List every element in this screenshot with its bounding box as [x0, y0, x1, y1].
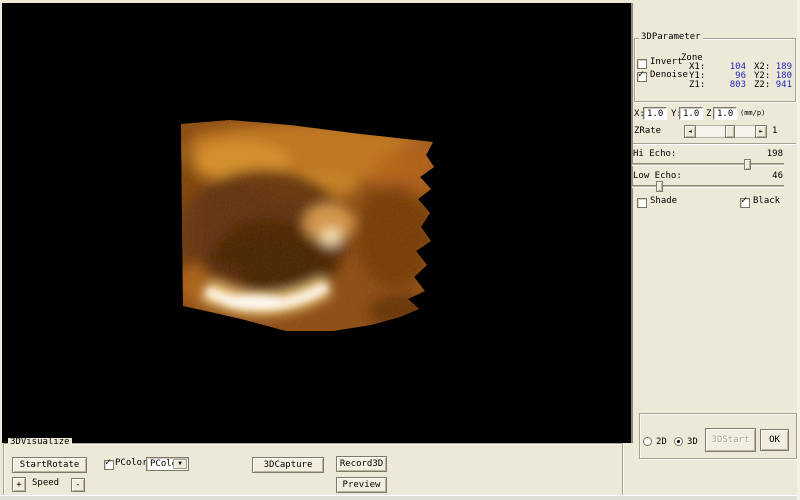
zrate-scroll-thumb[interactable] — [725, 125, 735, 138]
black-checkbox[interactable]: ✓ — [740, 198, 750, 208]
zone-z1-value: 803 — [710, 81, 746, 90]
speed-label: Speed — [32, 479, 59, 488]
pcolor-label: PColor — [115, 459, 148, 468]
invert-label: Invert — [650, 58, 683, 67]
denoise-checkbox[interactable]: ✓ — [637, 72, 647, 82]
shade-label: Shade — [650, 197, 677, 206]
zrate-scroll-right-button[interactable]: ► — [755, 125, 767, 138]
mode-3d-radio[interactable] — [674, 437, 683, 446]
low-echo-slider-thumb[interactable] — [656, 181, 663, 192]
mode-3d-label: 3D — [687, 438, 698, 447]
zrate-scrollbar[interactable]: ◄ ► — [684, 125, 767, 138]
ultrasound-3d-render — [2, 3, 631, 443]
start3d-button[interactable]: 3DStart — [705, 428, 756, 452]
low-echo-slider-track[interactable] — [632, 185, 784, 188]
pcolor-select-dropdown-button[interactable]: ▼ — [173, 459, 187, 469]
pcolor-checkbox[interactable]: ✓ — [104, 460, 114, 470]
preview-button[interactable]: Preview — [336, 477, 387, 493]
pcolor-select[interactable]: PColor ▼ — [146, 457, 189, 471]
hi-echo-value: 198 — [745, 150, 783, 159]
zone-z2-value: 941 — [756, 81, 792, 90]
hi-echo-label: Hi Echo: — [633, 150, 676, 159]
checkmark-icon: ✓ — [105, 458, 111, 468]
record-3d-button[interactable]: Record3D — [336, 456, 387, 472]
zrate-label: ZRate — [634, 127, 661, 136]
voxel-unit-label: (mm/p) — [740, 109, 765, 118]
low-echo-label: Low Echo: — [633, 172, 682, 181]
black-label: Black — [753, 197, 780, 206]
window-bottom-edge — [0, 495, 800, 500]
invert-checkbox[interactable]: ✓ — [637, 59, 647, 69]
render-viewport[interactable] — [2, 3, 633, 443]
panel-divider — [633, 143, 796, 145]
shade-checkbox[interactable]: ✓ — [637, 198, 647, 208]
ok-button[interactable]: OK — [760, 429, 789, 451]
scroll-left-icon: ◄ — [688, 129, 692, 135]
mode-2d-label: 2D — [656, 438, 667, 447]
hi-echo-slider-thumb[interactable] — [744, 159, 751, 170]
low-echo-value: 46 — [745, 172, 783, 181]
zone-z1-label: Z1: — [689, 81, 705, 90]
visualize-group-title: 3DVisualize — [8, 438, 72, 447]
speed-minus-button[interactable]: - — [71, 478, 85, 492]
capture-3d-button[interactable]: 3DCapture — [252, 457, 324, 473]
denoise-label: Denoise — [650, 71, 688, 80]
chevron-down-icon: ▼ — [178, 461, 182, 467]
voxel-z-input[interactable] — [713, 107, 737, 120]
start-rotate-button[interactable]: StartRotate — [12, 457, 87, 473]
hi-echo-slider-track[interactable] — [632, 163, 784, 166]
scroll-right-icon: ► — [759, 129, 763, 135]
zrate-value: 1 — [772, 127, 777, 136]
voxel-x-input[interactable] — [643, 107, 667, 120]
speed-plus-button[interactable]: + — [12, 477, 26, 492]
parameter-group-title: 3DParameter — [639, 33, 703, 42]
checkmark-icon: ✓ — [741, 196, 747, 206]
mode-2d-radio[interactable] — [643, 437, 652, 446]
zrate-scroll-left-button[interactable]: ◄ — [684, 125, 696, 138]
voxel-y-input[interactable] — [679, 107, 703, 120]
checkmark-icon: ✓ — [638, 70, 644, 80]
